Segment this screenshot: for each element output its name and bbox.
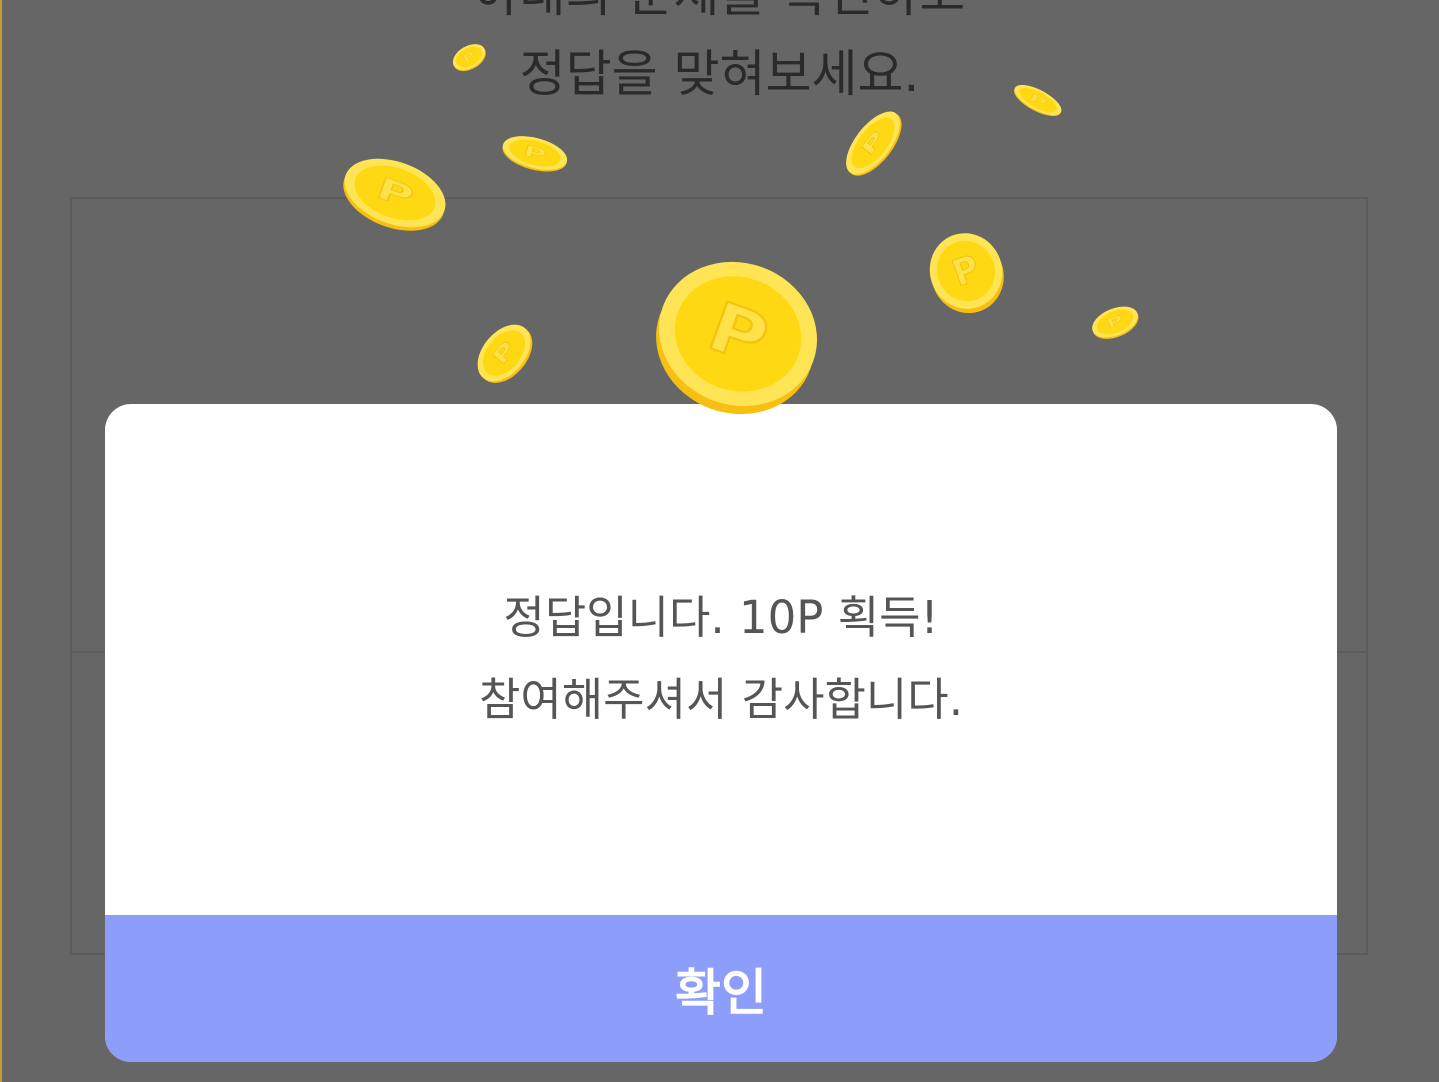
background-question-heading: 아래의 문제를 확인하고 정답을 맞혀보세요. — [0, 0, 1439, 114]
confirm-button[interactable]: 확인 — [105, 915, 1337, 1062]
left-edge-accent — [0, 0, 2, 1082]
dialog-message: 정답입니다. 10P 획득! 참여해주셔서 감사합니다. — [105, 577, 1337, 741]
background-title-line1: 아래의 문제를 확인하고 — [0, 0, 1439, 34]
background-title-line2: 정답을 맞혀보세요. — [519, 45, 920, 103]
point-coin-icon — [498, 129, 572, 179]
reward-dialog: 정답입니다. 10P 획득! 참여해주셔서 감사합니다. 확인 — [105, 404, 1337, 1062]
dialog-message-line2: 참여해주셔서 감사합니다. — [478, 673, 963, 726]
dialog-message-line1: 정답입니다. 10P 획득! — [503, 591, 939, 644]
point-coin-icon — [835, 102, 913, 186]
